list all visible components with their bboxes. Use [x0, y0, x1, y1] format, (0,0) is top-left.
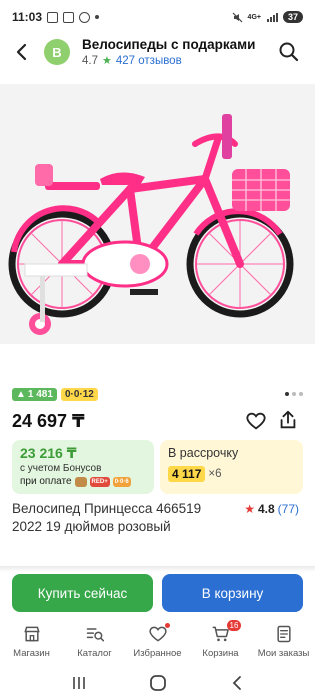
seller-avatar[interactable]: В — [44, 39, 70, 65]
installment-title: В рассрочку — [168, 446, 239, 460]
bonus-price-card[interactable]: 23 216 ₸ с учетом Бонусов при оплате RED… — [12, 440, 154, 494]
status-left: 11:03 — [12, 10, 100, 24]
message-notification-icon — [63, 11, 75, 23]
seller-info[interactable]: Велосипеды с подарками 4.7 ★ 427 отзывов — [82, 36, 255, 69]
search-icon[interactable] — [277, 40, 301, 64]
installment-chip: 0·0·6 — [112, 476, 131, 487]
bonus-price: 23 216 ₸ — [20, 445, 77, 461]
recent-apps-icon[interactable] — [71, 675, 87, 691]
nav-label: Корзина — [202, 648, 239, 659]
product-price: 24 697 ₸ — [12, 410, 85, 431]
favorites-dot-badge — [164, 623, 170, 628]
shop-icon — [23, 626, 40, 642]
action-divider — [0, 566, 315, 572]
nav-label: Магазин — [13, 648, 50, 659]
pay-label: при оплате — [20, 476, 72, 487]
back-arrow-icon[interactable] — [8, 39, 34, 65]
system-nav-bar — [0, 666, 315, 700]
mute-icon — [232, 12, 242, 22]
bicycle-illustration — [0, 84, 315, 344]
status-bar: 11:03 4G+ 37 — [0, 0, 315, 34]
catalog-icon — [86, 628, 104, 642]
pager-dot — [292, 392, 296, 396]
red-card-chip: RED+ — [89, 476, 110, 487]
network-label: 4G+ — [247, 13, 261, 21]
nav-label: Мои заказы — [257, 648, 310, 659]
product-title: Велосипед Принцесса 466519 2022 19 дюймо… — [12, 501, 202, 534]
pager-dot — [285, 392, 289, 396]
installment-card[interactable]: В рассрочку 4 117 ×6 — [160, 440, 303, 494]
bonus-points-badge: ▲ 1 481 — [12, 387, 57, 401]
nav-label: Каталог — [77, 648, 112, 659]
price-row: 24 697 ₸ — [12, 408, 303, 434]
app-notification-icon — [79, 11, 91, 23]
flame-icon: ▲ — [16, 388, 26, 400]
nav-item-favorites[interactable]: Избранное — [126, 620, 189, 664]
bonus-points-value: 1 481 — [27, 388, 53, 400]
star-icon: ★ — [102, 54, 112, 67]
rating-star-icon: ★ — [244, 502, 255, 516]
add-to-cart-button[interactable]: В корзину — [162, 574, 303, 612]
battery-indicator: 37 — [282, 11, 303, 23]
more-notifications-icon — [95, 15, 100, 19]
installment-multiplier: ×6 — [208, 468, 222, 480]
seller-reviews-link[interactable]: 427 отзывов — [116, 53, 182, 69]
nav-item-orders[interactable]: Мои заказы — [252, 620, 315, 664]
rating-value: 4.8 — [257, 502, 275, 516]
gold-card-icon — [74, 476, 87, 487]
installment-amount: 4 117 — [168, 466, 206, 482]
pager-dot — [299, 392, 303, 396]
signal-icon — [266, 12, 278, 22]
installment-badge: 0·0·12 — [60, 387, 98, 401]
seller-meta: 4.7 ★ 427 отзывов — [82, 53, 255, 69]
seller-name[interactable]: Велосипеды с подарками — [82, 36, 255, 53]
status-time: 11:03 — [12, 10, 43, 24]
badges-row: ▲ 1 481 0·0·12 — [12, 386, 303, 402]
buy-now-button[interactable]: Купить сейчас — [12, 574, 153, 612]
nav-item-cart[interactable]: 16 Корзина — [189, 620, 252, 664]
payment-methods-row: при оплате RED+ 0·0·6 — [20, 475, 146, 488]
bottom-nav: Магазин Каталог Избранное 16 Корзина Мои… — [0, 620, 315, 664]
favorite-heart-icon[interactable] — [245, 410, 267, 432]
product-image[interactable] — [0, 84, 315, 344]
seller-rating: 4.7 — [82, 54, 98, 67]
rating-count-link[interactable]: (77) — [278, 502, 299, 516]
share-icon[interactable] — [277, 409, 299, 431]
image-pager-dots — [285, 392, 303, 396]
bonus-note: с учетом Бонусов — [20, 463, 102, 474]
cart-count-badge: 16 — [226, 620, 242, 631]
status-right: 4G+ 37 — [232, 11, 303, 23]
system-back-icon[interactable] — [230, 675, 244, 691]
product-rating[interactable]: ★ 4.8 (77) — [244, 502, 299, 516]
nav-label: Избранное — [133, 648, 182, 659]
seller-header: В Велосипеды с подарками 4.7 ★ 427 отзыв… — [0, 34, 315, 70]
home-icon[interactable] — [149, 674, 167, 692]
nav-item-shop[interactable]: Магазин — [0, 620, 63, 664]
installment-row: 4 117 ×6 — [168, 466, 295, 482]
nav-item-catalog[interactable]: Каталог — [63, 620, 126, 664]
gallery-notification-icon — [47, 11, 59, 23]
orders-icon — [276, 625, 291, 643]
